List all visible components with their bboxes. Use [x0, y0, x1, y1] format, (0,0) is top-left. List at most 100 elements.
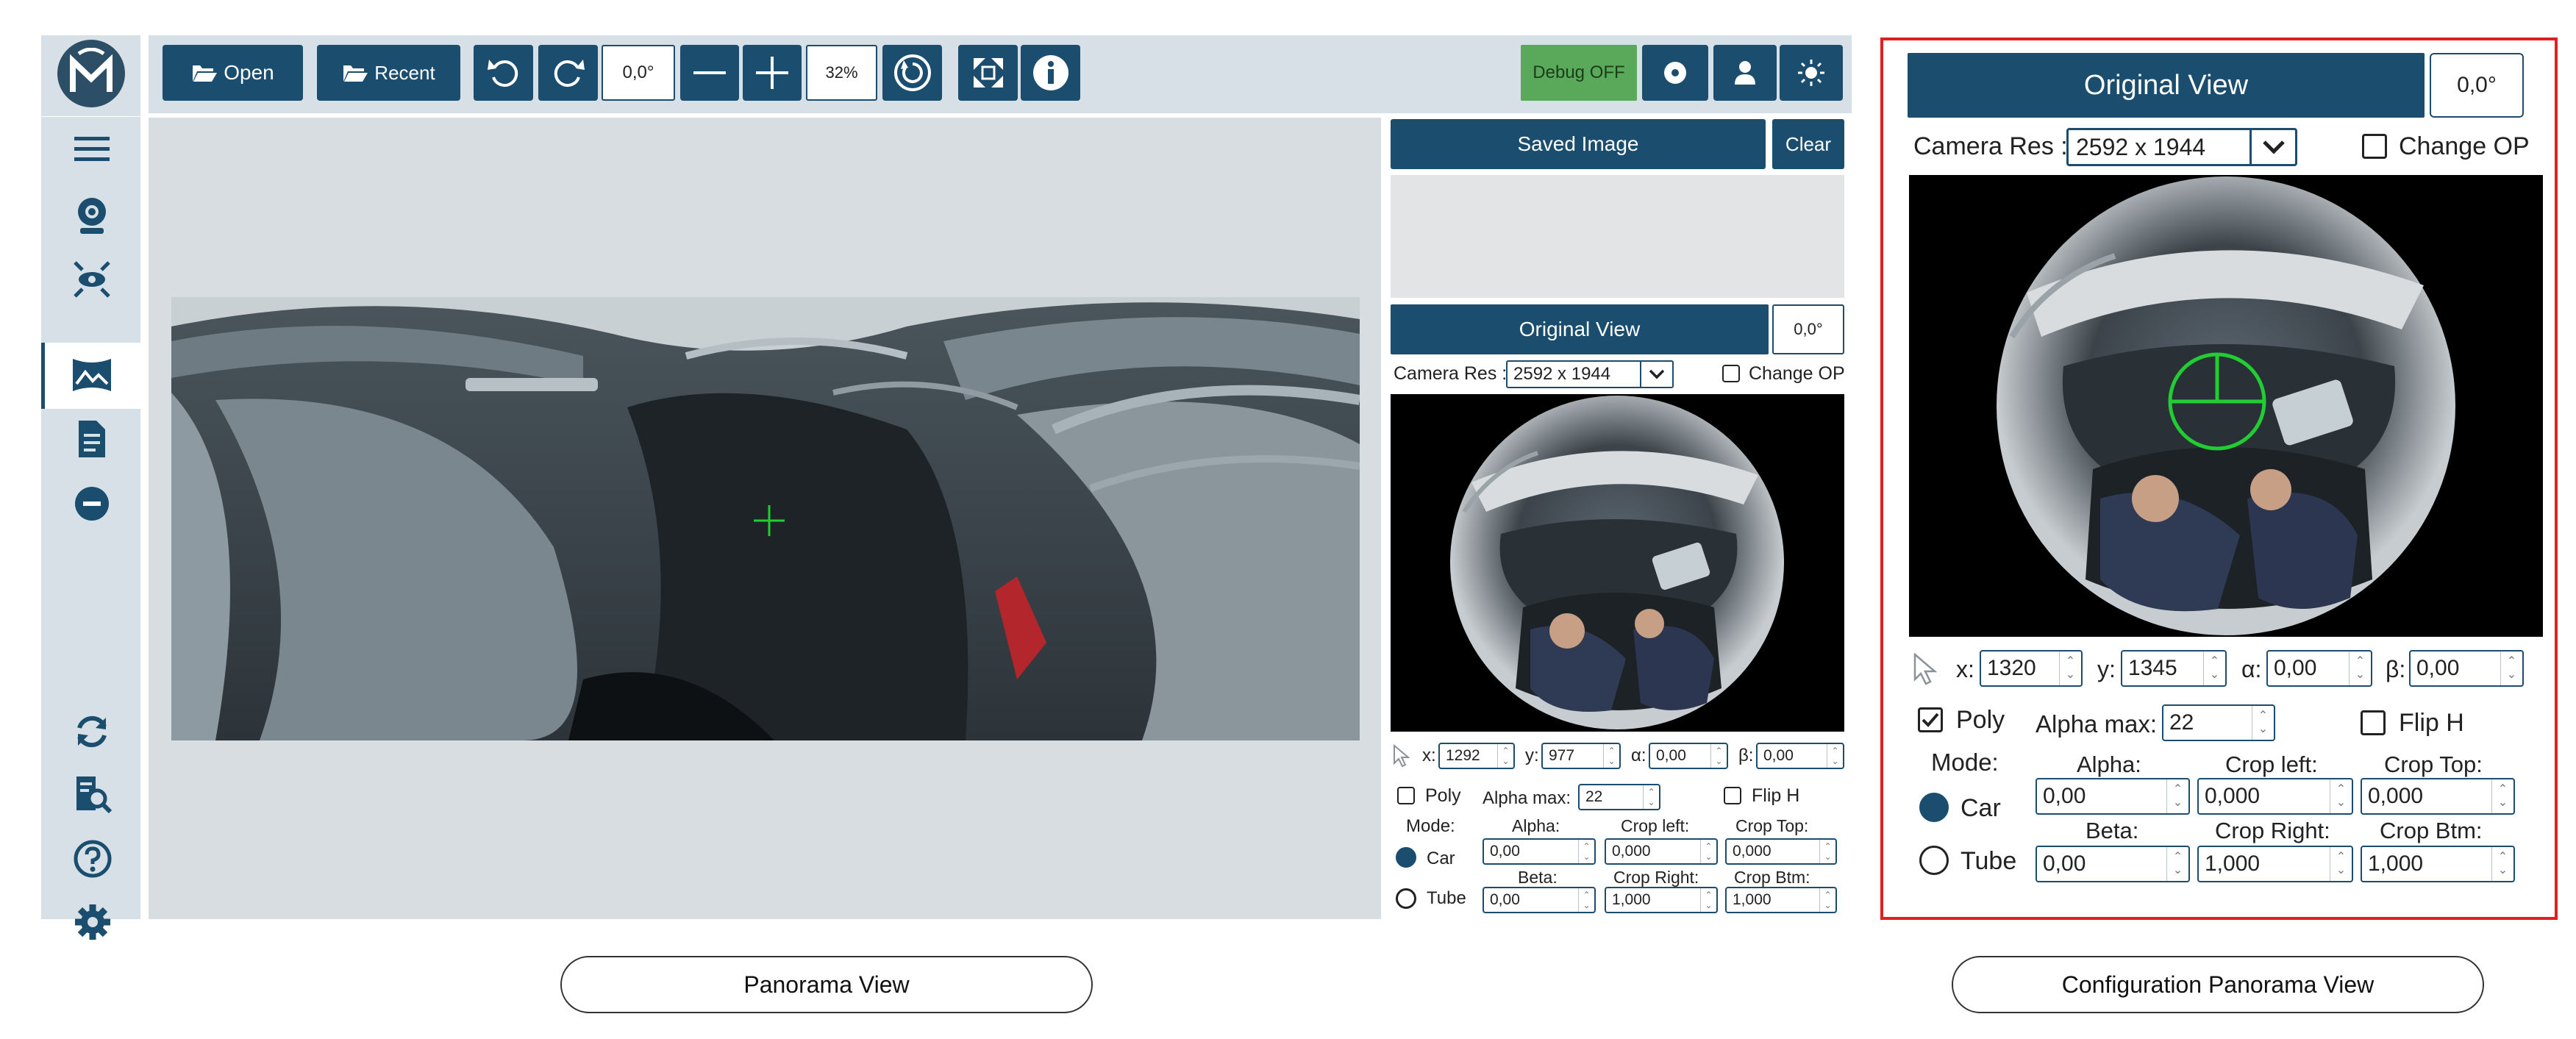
reset-view-button[interactable] [882, 45, 942, 101]
tube-radio-small[interactable] [1396, 888, 1416, 909]
x-stepper[interactable]: 1320 ⌃ ⌄ [1980, 650, 2083, 687]
crop-right-stepper-small[interactable]: 1,000 ⌃ ⌄ [1605, 887, 1718, 913]
flip-h-label-small: Flip H [1752, 785, 1800, 806]
alpha-field-stepper[interactable]: 0,00 ⌃ ⌄ [2036, 778, 2190, 815]
stepper-arrows-icon[interactable]: ⌃ ⌄ [2491, 779, 2513, 813]
beta-field-stepper-small[interactable]: 0,00 ⌃ ⌄ [1483, 887, 1596, 913]
stepper-arrows-icon[interactable]: ⌃ ⌄ [1819, 840, 1835, 863]
beta-field-stepper[interactable]: 0,00 ⌃ ⌄ [2036, 846, 2190, 882]
refresh-icon[interactable] [74, 713, 110, 750]
stepper-arrows-icon[interactable]: ⌃ ⌄ [2166, 779, 2188, 813]
fisheye-preview-small[interactable] [1391, 394, 1844, 732]
caption-config-text: Configuration Panorama View [2061, 971, 2375, 998]
flip-h-checkbox-small[interactable] [1724, 787, 1741, 804]
stepper-arrows-icon[interactable]: ⌃ ⌄ [2203, 651, 2225, 685]
crop-btm-stepper[interactable]: 1,000 ⌃ ⌄ [2361, 846, 2515, 882]
rotation-field-small[interactable]: 0,0° [1772, 304, 1844, 354]
rotation-value: 0,0° [622, 63, 654, 82]
stepper-arrows-icon[interactable]: ⌃ ⌄ [1643, 785, 1659, 809]
crop-btm-stepper-small[interactable]: 1,000 ⌃ ⌄ [1725, 887, 1837, 913]
theme-button[interactable] [1780, 45, 1843, 101]
stepper-arrows-icon[interactable]: ⌃ ⌄ [2166, 847, 2188, 881]
mode-label: Mode: [1931, 749, 1999, 776]
stepper-arrows-icon[interactable]: ⌃ ⌄ [2330, 779, 2352, 813]
poly-checkbox-small[interactable] [1397, 787, 1415, 804]
saved-image-button[interactable]: Saved Image [1391, 119, 1766, 169]
camera-res-select[interactable]: 2592 x 1944 [2066, 128, 2297, 166]
y-stepper-small[interactable]: 977 ⌃ ⌄ [1541, 743, 1621, 769]
open-button[interactable]: Open [163, 45, 303, 101]
fit-screen-button[interactable] [958, 45, 1018, 101]
camera-res-select-small[interactable]: 2592 x 1944 [1506, 360, 1674, 388]
rotate-right-button[interactable] [538, 45, 598, 101]
stepper-arrows-icon[interactable]: ⌃ ⌄ [1578, 888, 1594, 912]
x-stepper-small[interactable]: 1292 ⌃ ⌄ [1438, 743, 1515, 769]
crop-left-stepper[interactable]: 0,000 ⌃ ⌄ [2197, 778, 2353, 815]
beta-field-value: 0,00 [2043, 851, 2086, 876]
change-op-checkbox[interactable] [2362, 134, 2387, 159]
rotation-field-large[interactable]: 0,0° [2430, 53, 2524, 118]
tube-radio[interactable] [1919, 846, 1949, 875]
car-radio[interactable] [1919, 793, 1949, 822]
recent-button[interactable]: Recent [317, 45, 460, 101]
clear-button[interactable]: Clear [1772, 119, 1844, 169]
alpha-max-stepper-small[interactable]: 22 ⌃ ⌄ [1578, 784, 1660, 810]
stepper-arrows-icon[interactable]: ⌃ ⌄ [2500, 651, 2522, 685]
rotation-field[interactable]: 0,0° [602, 45, 675, 101]
original-view-button[interactable]: Original View [1908, 53, 2425, 118]
stepper-arrows-icon[interactable]: ⌃ ⌄ [2059, 651, 2081, 685]
debug-toggle-button[interactable]: Debug OFF [1521, 45, 1637, 101]
crop-top-stepper-small[interactable]: 0,000 ⌃ ⌄ [1725, 838, 1837, 865]
minus-circle-icon[interactable] [74, 485, 110, 522]
original-view-button-small[interactable]: Original View [1391, 304, 1769, 354]
search-doc-icon[interactable] [74, 775, 112, 813]
poly-checkbox[interactable] [1918, 707, 1943, 732]
stepper-arrows-icon[interactable]: ⌃ ⌄ [1700, 840, 1716, 863]
cursor-pointer-icon [1913, 653, 1938, 685]
stepper-arrows-icon[interactable]: ⌃ ⌄ [1700, 888, 1716, 912]
alpha-field-stepper-small[interactable]: 0,00 ⌃ ⌄ [1483, 838, 1596, 865]
car-radio-small[interactable] [1396, 847, 1416, 868]
crop-top-stepper[interactable]: 0,000 ⌃ ⌄ [2361, 778, 2515, 815]
zoom-out-button[interactable] [680, 45, 739, 101]
camera-icon[interactable] [74, 196, 110, 235]
rotate-left-button[interactable] [474, 45, 533, 101]
user-button[interactable] [1713, 45, 1777, 101]
stepper-arrows-icon[interactable]: ⌃ ⌄ [1578, 840, 1594, 863]
gear-icon[interactable] [74, 903, 112, 941]
panorama-icon[interactable] [71, 354, 113, 396]
alpha-stepper-small[interactable]: 0,00 ⌃ ⌄ [1649, 743, 1728, 769]
alpha-stepper[interactable]: 0,00 ⌃ ⌄ [2266, 650, 2372, 687]
zoom-field[interactable]: 32% [806, 45, 877, 101]
stepper-arrows-icon[interactable]: ⌃ ⌄ [2330, 847, 2352, 881]
stepper-arrows-icon[interactable]: ⌃ ⌄ [1819, 888, 1835, 912]
document-icon[interactable] [76, 419, 108, 459]
info-button[interactable] [1021, 45, 1080, 101]
alpha-field-label-small: Alpha: [1512, 816, 1560, 835]
sidebar [41, 35, 140, 940]
beta-stepper-small[interactable]: 0,00 ⌃ ⌄ [1756, 743, 1844, 769]
alpha-max-stepper[interactable]: 22 ⌃ ⌄ [2162, 704, 2275, 741]
beta-stepper[interactable]: 0,00 ⌃ ⌄ [2409, 650, 2524, 687]
help-icon[interactable] [74, 840, 112, 878]
stepper-arrows-icon[interactable]: ⌃ ⌄ [1827, 744, 1843, 768]
flip-h-checkbox[interactable] [2361, 710, 2386, 735]
crop-left-stepper-small[interactable]: 0,000 ⌃ ⌄ [1605, 838, 1718, 865]
panorama-image[interactable] [171, 297, 1360, 740]
stepper-arrows-icon[interactable]: ⌃ ⌄ [2252, 706, 2274, 740]
stepper-arrows-icon[interactable]: ⌃ ⌄ [1710, 744, 1727, 768]
stepper-arrows-icon[interactable]: ⌃ ⌄ [1497, 744, 1513, 768]
crop-right-stepper[interactable]: 1,000 ⌃ ⌄ [2197, 846, 2353, 882]
record-button[interactable] [1642, 45, 1708, 101]
y-stepper[interactable]: 1345 ⌃ ⌄ [2121, 650, 2227, 687]
stepper-arrows-icon[interactable]: ⌃ ⌄ [2491, 847, 2513, 881]
change-op-checkbox-small[interactable] [1722, 365, 1740, 382]
fisheye-icon[interactable] [72, 260, 112, 299]
minus-icon [693, 71, 726, 74]
menu-icon[interactable] [74, 134, 110, 163]
alpha-label: α: [2241, 656, 2262, 682]
fisheye-preview[interactable] [1909, 175, 2543, 637]
zoom-in-button[interactable] [743, 45, 802, 101]
stepper-arrows-icon[interactable]: ⌃ ⌄ [2349, 651, 2371, 685]
stepper-arrows-icon[interactable]: ⌃ ⌄ [1603, 744, 1619, 768]
